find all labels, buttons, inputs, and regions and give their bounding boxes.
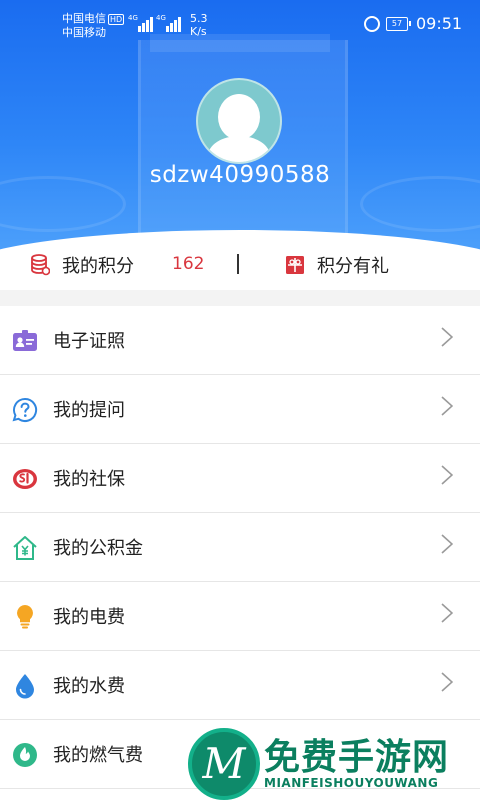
chevron-right-icon <box>441 396 453 416</box>
signal-icon: 4G <box>156 14 182 32</box>
chevron-right-icon <box>441 603 453 623</box>
section-gap <box>0 290 480 306</box>
coins-icon <box>31 254 50 276</box>
menu-item-label: 我的燃气费 <box>53 745 143 766</box>
menu-item-electricity-bill[interactable]: 我的电费 <box>0 582 480 651</box>
chevron-right-icon <box>441 327 453 347</box>
chevron-right-icon <box>441 465 453 485</box>
question-bubble-icon <box>12 397 38 422</box>
id-card-icon <box>13 330 37 351</box>
clock: 09:51 <box>416 14 463 33</box>
menu-item-e-license[interactable]: 电子证照 <box>0 306 480 375</box>
menu-item-label: 我的提问 <box>53 400 125 421</box>
battery-icon: 57 <box>386 17 408 31</box>
lightbulb-icon <box>17 605 33 629</box>
menu-item-label: 我的公积金 <box>53 538 143 559</box>
social-security-icon <box>13 469 37 489</box>
carrier-1: 中国电信 <box>62 12 106 25</box>
menu-item-social-security[interactable]: 我的社保 <box>0 444 480 513</box>
alarm-icon <box>364 16 380 32</box>
menu-item-water-bill[interactable]: 我的水费 <box>0 651 480 720</box>
points-bar: 我的积分 162 积分有礼 <box>0 240 480 290</box>
chevron-right-icon <box>441 534 453 554</box>
signal-icon: 4G <box>128 14 154 32</box>
watermark-logo-letter: M <box>202 739 246 788</box>
watermark-title: 免费手游网 <box>264 737 450 778</box>
avatar-body <box>208 136 270 162</box>
battery-tip <box>409 21 411 26</box>
my-points-button[interactable]: 我的积分 <box>30 240 134 290</box>
watermark: M 免费手游网 MIANFEISHOUYOUWANG <box>180 722 480 800</box>
rewards-label: 积分有礼 <box>317 256 389 277</box>
carrier-2: 中国移动 <box>62 26 106 39</box>
flame-icon <box>13 743 37 767</box>
points-value: 162 <box>172 254 205 274</box>
hd-badge: HD <box>108 14 125 25</box>
service-menu: 电子证照 我的提问 我的社保 我的公积金 我的电费 我的水费 我的燃气费 <box>0 306 480 789</box>
menu-item-my-questions[interactable]: 我的提问 <box>0 375 480 444</box>
watermark-logo: M <box>188 728 260 800</box>
watermark-subtitle: MIANFEISHOUYOUWANG <box>264 776 439 790</box>
avatar[interactable] <box>196 78 282 164</box>
housing-fund-icon <box>13 536 37 560</box>
status-bar: 中国电信 HD 中国移动 4G 4G 5.3 K/s 57 09:51 <box>0 0 480 48</box>
username: sdzw40990588 <box>149 162 331 188</box>
rewards-button[interactable]: 积分有礼 <box>285 240 389 290</box>
menu-item-label: 我的社保 <box>53 469 125 490</box>
menu-item-label: 电子证照 <box>53 331 125 352</box>
chevron-right-icon <box>441 672 453 692</box>
water-drop-icon <box>16 674 34 699</box>
carrier-info: 中国电信 HD 中国移动 <box>62 12 125 40</box>
gift-icon <box>286 256 304 274</box>
my-points-label: 我的积分 <box>62 256 134 277</box>
divider <box>237 254 239 274</box>
menu-item-label: 我的水费 <box>53 676 125 697</box>
menu-item-housing-fund[interactable]: 我的公积金 <box>0 513 480 582</box>
network-speed: 5.3 K/s <box>190 12 208 38</box>
avatar-head <box>218 94 260 140</box>
menu-item-label: 我的电费 <box>53 607 125 628</box>
